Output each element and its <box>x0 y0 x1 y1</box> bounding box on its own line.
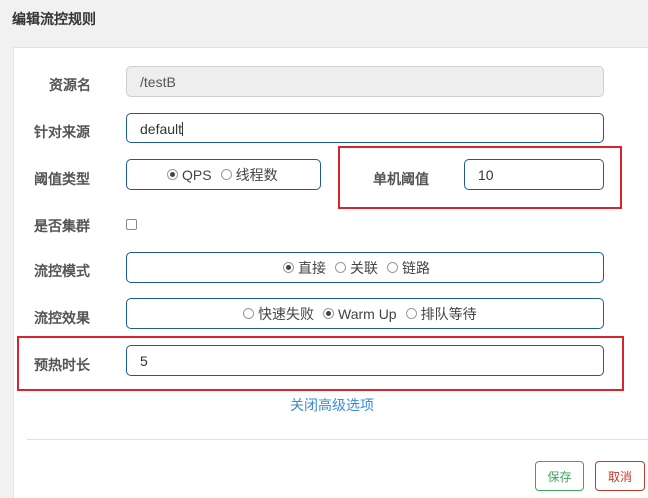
radio-thread-count[interactable]: 线程数 <box>220 165 278 185</box>
source-value: default <box>140 121 183 137</box>
save-button[interactable]: 保存 <box>535 461 584 491</box>
radio-qps-dot <box>167 169 178 180</box>
flow-effect-group: 快速失败 Warm Up 排队等待 <box>126 298 604 329</box>
warmup-time-label: 预热时长 <box>34 357 90 373</box>
radio-associate-dot <box>335 262 346 273</box>
radio-chain-dot <box>387 262 398 273</box>
cluster-label: 是否集群 <box>34 218 90 234</box>
radio-queue-dot <box>405 308 417 319</box>
radio-chain[interactable]: 链路 <box>387 258 430 278</box>
cluster-checkbox[interactable] <box>126 219 137 230</box>
single-threshold-value: 10 <box>478 167 494 183</box>
resource-label: 资源名 <box>49 77 91 93</box>
radio-associate[interactable]: 关联 <box>335 258 378 278</box>
threshold-type-label: 阈值类型 <box>34 171 90 187</box>
close-advanced-options-link[interactable]: 关闭高级选项 <box>290 395 374 415</box>
cancel-button[interactable]: 取消 <box>595 461 645 491</box>
radio-warm-up-dot <box>323 308 334 319</box>
warmup-time-input[interactable]: 5 <box>126 345 604 376</box>
single-threshold-label: 单机阈值 <box>373 171 429 187</box>
single-threshold-input[interactable]: 10 <box>464 159 604 190</box>
source-input[interactable]: default <box>126 113 604 143</box>
radio-warm-up[interactable]: Warm Up <box>323 306 397 322</box>
radio-qps[interactable]: QPS <box>167 167 212 183</box>
radio-direct[interactable]: 直接 <box>283 258 326 278</box>
resource-input[interactable]: /testB <box>126 66 604 97</box>
radio-queue[interactable]: 排队等待 <box>405 304 477 324</box>
radio-fast-fail-dot <box>243 308 254 319</box>
source-label: 针对来源 <box>34 124 90 140</box>
resource-value: /testB <box>140 74 176 90</box>
footer-divider <box>27 439 648 440</box>
flow-mode-group: 直接 关联 链路 <box>126 252 604 283</box>
threshold-type-group: QPS 线程数 <box>126 159 321 190</box>
radio-direct-dot <box>283 262 294 273</box>
radio-thread-count-dot <box>220 169 232 180</box>
flow-mode-label: 流控模式 <box>34 263 90 279</box>
warmup-time-value: 5 <box>140 353 148 369</box>
flow-effect-label: 流控效果 <box>34 310 90 326</box>
dialog-title: 编辑流控规则 <box>12 11 96 27</box>
radio-fast-fail[interactable]: 快速失败 <box>243 304 314 324</box>
text-cursor <box>182 122 184 136</box>
